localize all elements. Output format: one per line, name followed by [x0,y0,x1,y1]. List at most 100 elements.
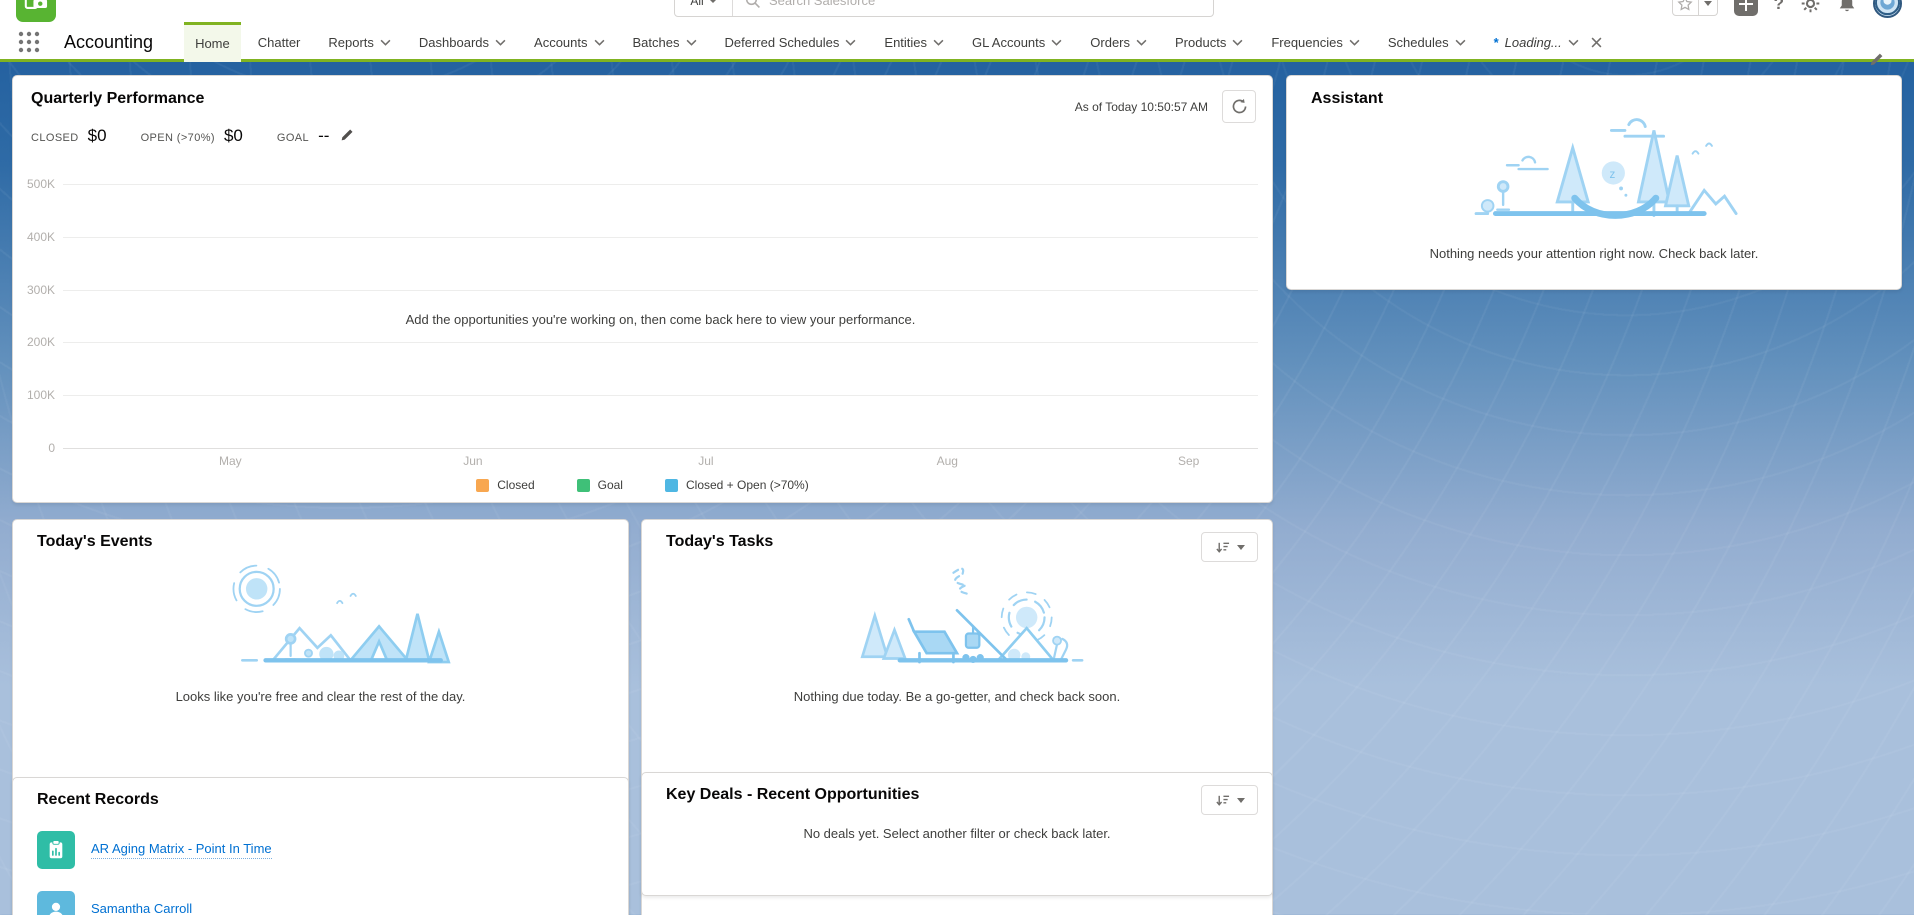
hammock-illustration: z [1449,108,1739,236]
chevron-down-icon [1349,39,1360,46]
key-deals-filter-dropdown-button[interactable] [1201,785,1258,815]
tab-loading-temporary[interactable]: * Loading... [1483,22,1613,62]
help-button[interactable]: ? [1774,0,1784,14]
record-row: Samantha Carroll [37,891,604,915]
tab-schedules[interactable]: Schedules [1377,22,1477,62]
legend-goal: Goal [577,478,623,492]
quarterly-performance-card: Quarterly Performance As of Today 10:50:… [12,75,1273,503]
chevron-down-icon [1568,39,1579,46]
legend-swatch-closed [476,479,489,492]
card-title: Today's Tasks [666,533,773,551]
unsaved-indicator: * [1494,35,1499,50]
chevron-down-icon [495,39,506,46]
chevron-down-icon [1051,39,1062,46]
global-header: All ? [0,0,1914,62]
report-icon [37,831,75,869]
chevron-down-icon [594,39,605,46]
recent-records-card: Recent Records AR Aging Matrix - Point I… [12,777,629,915]
card-title: Key Deals - Recent Opportunities [666,786,1248,804]
record-link-ar-aging-matrix[interactable]: AR Aging Matrix - Point In Time [91,841,272,859]
as-of-timestamp: As of Today 10:50:57 AM [1075,100,1208,114]
assistant-empty-message: Nothing needs your attention right now. … [1430,246,1759,261]
favorites-star-button[interactable] [1672,0,1699,16]
key-deals-card: Key Deals - Recent Opportunities No deal… [641,772,1273,896]
accounting-app-icon[interactable] [16,0,56,22]
tab-products[interactable]: Products [1164,22,1254,62]
chevron-down-icon [686,39,697,46]
tab-reports[interactable]: Reports [317,22,402,62]
key-deals-empty-message: No deals yet. Select another filter or c… [666,826,1248,841]
gridline: 200K [63,342,1258,343]
tab-batches[interactable]: Batches [622,22,708,62]
gridline: 100K [63,395,1258,396]
legend-closed-open: Closed + Open (>70%) [665,478,809,492]
user-glyph [44,898,68,915]
kpi-open: OPEN (>70%) $0 [141,126,243,146]
avatar-icon [1875,0,1900,16]
app-navigation-bar: Accounting Home Chatter Reports Dashboar… [0,22,1914,62]
x-axis-labels: May Jun Jul Aug Sep [63,454,1258,470]
chevron-down-icon [380,39,391,46]
global-actions-button[interactable] [1734,0,1758,16]
tasks-empty-message: Nothing due today. Be a go-getter, and c… [794,689,1120,704]
tab-entities[interactable]: Entities [873,22,955,62]
assistant-card: Assistant z Nothing needs your attention… [1286,75,1902,290]
chevron-down-icon [1455,39,1466,46]
gridline: 400K [63,237,1258,238]
card-title: Quarterly Performance [31,90,204,108]
edit-navigation-pencil-icon[interactable] [1869,52,1884,67]
chevron-down-icon [1232,39,1243,46]
chevron-down-icon [709,0,717,3]
gridline: 300K [63,290,1258,291]
events-empty-message: Looks like you're free and clear the res… [176,689,466,704]
chevron-down-icon [1704,1,1712,6]
search-input[interactable] [769,0,1213,8]
record-link-samantha-carroll[interactable]: Samantha Carroll [91,901,192,915]
card-title: Assistant [1311,90,1383,108]
tab-dashboards[interactable]: Dashboards [408,22,517,62]
close-tab-button[interactable] [1591,37,1602,48]
notifications-bell-button[interactable] [1837,0,1857,14]
chevron-down-icon [845,39,856,46]
search-scope-dropdown[interactable]: All [675,0,733,16]
card-title: Recent Records [37,791,604,809]
edit-goal-pencil-icon[interactable] [340,128,354,142]
kpi-closed: CLOSED $0 [31,126,107,146]
campfire-illustration [823,553,1091,689]
tasks-filter-dropdown-button[interactable] [1201,532,1258,562]
nav-tabs: Home Chatter Reports Dashboards Accounts… [181,22,1616,62]
chart-empty-message: Add the opportunities you're working on,… [63,312,1258,327]
camping-day-illustration [187,553,455,689]
app-name: Accounting [64,32,153,53]
favorites-dropdown-button[interactable] [1699,0,1718,16]
refresh-button[interactable] [1222,90,1256,123]
user-icon [37,891,75,915]
chevron-down-icon [1237,545,1245,550]
close-icon [1591,37,1602,48]
tab-chatter[interactable]: Chatter [247,22,312,62]
tab-frequencies[interactable]: Frequencies [1260,22,1371,62]
card-title: Today's Events [37,533,153,551]
tab-gl-accounts[interactable]: GL Accounts [961,22,1073,62]
billing-icon [19,0,53,19]
sort-icon [1215,540,1230,555]
favorites-button-group [1672,0,1718,16]
tab-deferred-schedules[interactable]: Deferred Schedules [714,22,868,62]
tab-home[interactable]: Home [184,22,241,62]
chart-legend: Closed Goal Closed + Open (>70%) [13,478,1272,492]
search-scope-label: All [690,0,703,8]
user-avatar-button[interactable] [1873,0,1902,18]
kpi-row: CLOSED $0 OPEN (>70%) $0 GOAL -- [31,126,354,146]
gridline: 500K [63,184,1258,185]
app-launcher-icon[interactable] [18,31,40,53]
search-icon [745,0,761,9]
kpi-goal: GOAL -- [277,126,355,146]
chevron-down-icon [933,39,944,46]
tab-accounts[interactable]: Accounts [523,22,615,62]
tab-orders[interactable]: Orders [1079,22,1158,62]
svg-text:z: z [1609,168,1615,181]
star-icon [1677,0,1693,12]
legend-swatch-closed-open [665,479,678,492]
setup-gear-button[interactable] [1800,0,1821,14]
legend-closed: Closed [476,478,534,492]
